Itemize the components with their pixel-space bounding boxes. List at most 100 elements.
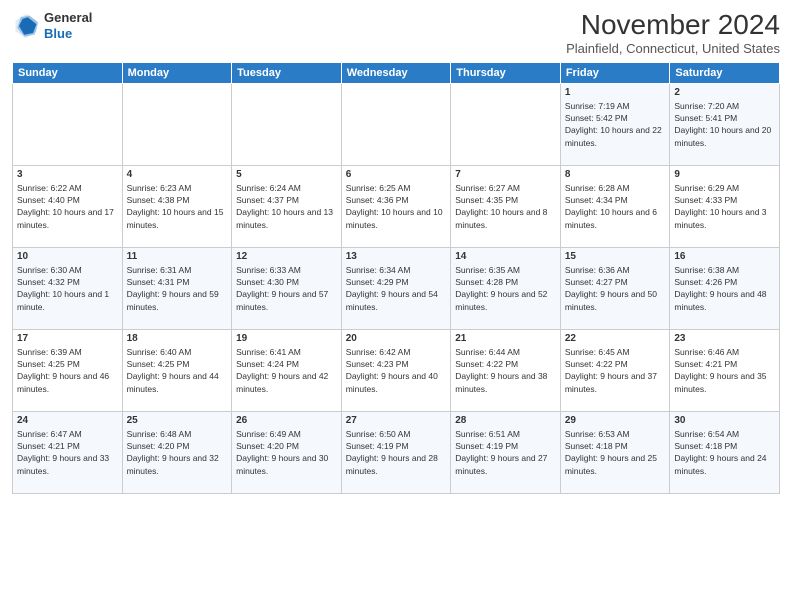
calendar-week-2: 3 Sunrise: 6:22 AM Sunset: 4:40 PM Daylig… xyxy=(13,165,780,247)
day-number: 25 xyxy=(127,415,228,426)
calendar-cell: 6 Sunrise: 6:25 AM Sunset: 4:36 PM Daylig… xyxy=(341,165,451,247)
calendar-body: 1 Sunrise: 7:19 AM Sunset: 5:42 PM Daylig… xyxy=(13,83,780,493)
day-number: 18 xyxy=(127,333,228,344)
day-number: 23 xyxy=(674,333,775,344)
day-number: 10 xyxy=(17,251,118,262)
day-number: 12 xyxy=(236,251,337,262)
day-number: 2 xyxy=(674,87,775,98)
month-title: November 2024 xyxy=(566,10,780,41)
day-info: Sunrise: 6:25 AM Sunset: 4:36 PM Dayligh… xyxy=(346,182,447,231)
col-tuesday: Tuesday xyxy=(232,62,342,83)
calendar-cell xyxy=(13,83,123,165)
day-number: 13 xyxy=(346,251,447,262)
logo-icon xyxy=(12,12,40,40)
calendar-header: Sunday Monday Tuesday Wednesday Thursday… xyxy=(13,62,780,83)
day-info: Sunrise: 6:45 AM Sunset: 4:22 PM Dayligh… xyxy=(565,346,666,395)
logo-text: General Blue xyxy=(44,10,92,41)
day-number: 19 xyxy=(236,333,337,344)
col-wednesday: Wednesday xyxy=(341,62,451,83)
calendar-week-1: 1 Sunrise: 7:19 AM Sunset: 5:42 PM Daylig… xyxy=(13,83,780,165)
calendar-cell: 24 Sunrise: 6:47 AM Sunset: 4:21 PM Dayli… xyxy=(13,411,123,493)
day-info: Sunrise: 6:29 AM Sunset: 4:33 PM Dayligh… xyxy=(674,182,775,231)
calendar-cell: 10Sunrise: 6:30 AM Sunset: 4:32 PM Dayli… xyxy=(13,247,123,329)
calendar-cell: 4 Sunrise: 6:23 AM Sunset: 4:38 PM Daylig… xyxy=(122,165,232,247)
day-info: Sunrise: 6:24 AM Sunset: 4:37 PM Dayligh… xyxy=(236,182,337,231)
calendar-cell: 16 Sunrise: 6:38 AM Sunset: 4:26 PM Dayli… xyxy=(670,247,780,329)
day-info: Sunrise: 6:27 AM Sunset: 4:35 PM Dayligh… xyxy=(455,182,556,231)
calendar-cell: 8Sunrise: 6:28 AM Sunset: 4:34 PM Daylig… xyxy=(560,165,670,247)
day-info: Sunrise: 6:31 AM Sunset: 4:31 PM Dayligh… xyxy=(127,264,228,313)
day-info: Sunrise: 6:47 AM Sunset: 4:21 PM Dayligh… xyxy=(17,428,118,477)
calendar-cell: 28Sunrise: 6:51 AM Sunset: 4:19 PM Dayli… xyxy=(451,411,561,493)
calendar-cell: 27 Sunrise: 6:50 AM Sunset: 4:19 PM Dayli… xyxy=(341,411,451,493)
calendar-cell: 14Sunrise: 6:35 AM Sunset: 4:28 PM Dayli… xyxy=(451,247,561,329)
day-info: Sunrise: 6:36 AM Sunset: 4:27 PM Dayligh… xyxy=(565,264,666,313)
day-number: 7 xyxy=(455,169,556,180)
col-thursday: Thursday xyxy=(451,62,561,83)
day-number: 6 xyxy=(346,169,447,180)
day-info: Sunrise: 6:23 AM Sunset: 4:38 PM Dayligh… xyxy=(127,182,228,231)
day-number: 8 xyxy=(565,169,666,180)
col-sunday: Sunday xyxy=(13,62,123,83)
calendar-cell: 20Sunrise: 6:42 AM Sunset: 4:23 PM Dayli… xyxy=(341,329,451,411)
calendar-cell: 3 Sunrise: 6:22 AM Sunset: 4:40 PM Daylig… xyxy=(13,165,123,247)
page-header: General Blue November 2024 Plainfield, C… xyxy=(12,10,780,56)
day-number: 26 xyxy=(236,415,337,426)
calendar-cell xyxy=(341,83,451,165)
day-number: 27 xyxy=(346,415,447,426)
title-block: November 2024 Plainfield, Connecticut, U… xyxy=(566,10,780,56)
day-info: Sunrise: 6:44 AM Sunset: 4:22 PM Dayligh… xyxy=(455,346,556,395)
day-info: Sunrise: 6:48 AM Sunset: 4:20 PM Dayligh… xyxy=(127,428,228,477)
calendar-cell: 22 Sunrise: 6:45 AM Sunset: 4:22 PM Dayli… xyxy=(560,329,670,411)
calendar-cell xyxy=(451,83,561,165)
day-info: Sunrise: 6:39 AM Sunset: 4:25 PM Dayligh… xyxy=(17,346,118,395)
day-info: Sunrise: 6:22 AM Sunset: 4:40 PM Dayligh… xyxy=(17,182,118,231)
calendar-cell: 13 Sunrise: 6:34 AM Sunset: 4:29 PM Dayli… xyxy=(341,247,451,329)
calendar-cell: 17Sunrise: 6:39 AM Sunset: 4:25 PM Dayli… xyxy=(13,329,123,411)
location: Plainfield, Connecticut, United States xyxy=(566,41,780,56)
calendar-cell: 9 Sunrise: 6:29 AM Sunset: 4:33 PM Daylig… xyxy=(670,165,780,247)
calendar-cell: 19Sunrise: 6:41 AM Sunset: 4:24 PM Dayli… xyxy=(232,329,342,411)
col-monday: Monday xyxy=(122,62,232,83)
day-number: 28 xyxy=(455,415,556,426)
day-number: 24 xyxy=(17,415,118,426)
calendar-cell xyxy=(232,83,342,165)
calendar-cell: 25 Sunrise: 6:48 AM Sunset: 4:20 PM Dayli… xyxy=(122,411,232,493)
calendar-cell: 21 Sunrise: 6:44 AM Sunset: 4:22 PM Dayli… xyxy=(451,329,561,411)
day-number: 16 xyxy=(674,251,775,262)
day-info: Sunrise: 6:50 AM Sunset: 4:19 PM Dayligh… xyxy=(346,428,447,477)
day-number: 29 xyxy=(565,415,666,426)
day-info: Sunrise: 6:53 AM Sunset: 4:18 PM Dayligh… xyxy=(565,428,666,477)
day-info: Sunrise: 6:42 AM Sunset: 4:23 PM Dayligh… xyxy=(346,346,447,395)
calendar-cell: 29 Sunrise: 6:53 AM Sunset: 4:18 PM Dayli… xyxy=(560,411,670,493)
day-info: Sunrise: 6:49 AM Sunset: 4:20 PM Dayligh… xyxy=(236,428,337,477)
day-info: Sunrise: 6:54 AM Sunset: 4:18 PM Dayligh… xyxy=(674,428,775,477)
day-info: Sunrise: 7:20 AM Sunset: 5:41 PM Dayligh… xyxy=(674,100,775,149)
calendar-cell: 30Sunrise: 6:54 AM Sunset: 4:18 PM Dayli… xyxy=(670,411,780,493)
day-number: 5 xyxy=(236,169,337,180)
day-number: 4 xyxy=(127,169,228,180)
day-number: 11 xyxy=(127,251,228,262)
day-number: 1 xyxy=(565,87,666,98)
logo: General Blue xyxy=(12,10,92,41)
day-number: 22 xyxy=(565,333,666,344)
header-row: Sunday Monday Tuesday Wednesday Thursday… xyxy=(13,62,780,83)
calendar-cell: 1 Sunrise: 7:19 AM Sunset: 5:42 PM Daylig… xyxy=(560,83,670,165)
day-number: 3 xyxy=(17,169,118,180)
day-number: 21 xyxy=(455,333,556,344)
calendar-cell: 2 Sunrise: 7:20 AM Sunset: 5:41 PM Daylig… xyxy=(670,83,780,165)
calendar-cell: 23Sunrise: 6:46 AM Sunset: 4:21 PM Dayli… xyxy=(670,329,780,411)
calendar: Sunday Monday Tuesday Wednesday Thursday… xyxy=(12,62,780,494)
col-saturday: Saturday xyxy=(670,62,780,83)
day-info: Sunrise: 7:19 AM Sunset: 5:42 PM Dayligh… xyxy=(565,100,666,149)
day-number: 9 xyxy=(674,169,775,180)
calendar-cell xyxy=(122,83,232,165)
calendar-cell: 11 Sunrise: 6:31 AM Sunset: 4:31 PM Dayli… xyxy=(122,247,232,329)
day-number: 15 xyxy=(565,251,666,262)
day-info: Sunrise: 6:34 AM Sunset: 4:29 PM Dayligh… xyxy=(346,264,447,313)
day-info: Sunrise: 6:38 AM Sunset: 4:26 PM Dayligh… xyxy=(674,264,775,313)
calendar-cell: 26 Sunrise: 6:49 AM Sunset: 4:20 PM Dayli… xyxy=(232,411,342,493)
calendar-cell: 15 Sunrise: 6:36 AM Sunset: 4:27 PM Dayli… xyxy=(560,247,670,329)
day-info: Sunrise: 6:35 AM Sunset: 4:28 PM Dayligh… xyxy=(455,264,556,313)
calendar-cell: 5 Sunrise: 6:24 AM Sunset: 4:37 PM Daylig… xyxy=(232,165,342,247)
